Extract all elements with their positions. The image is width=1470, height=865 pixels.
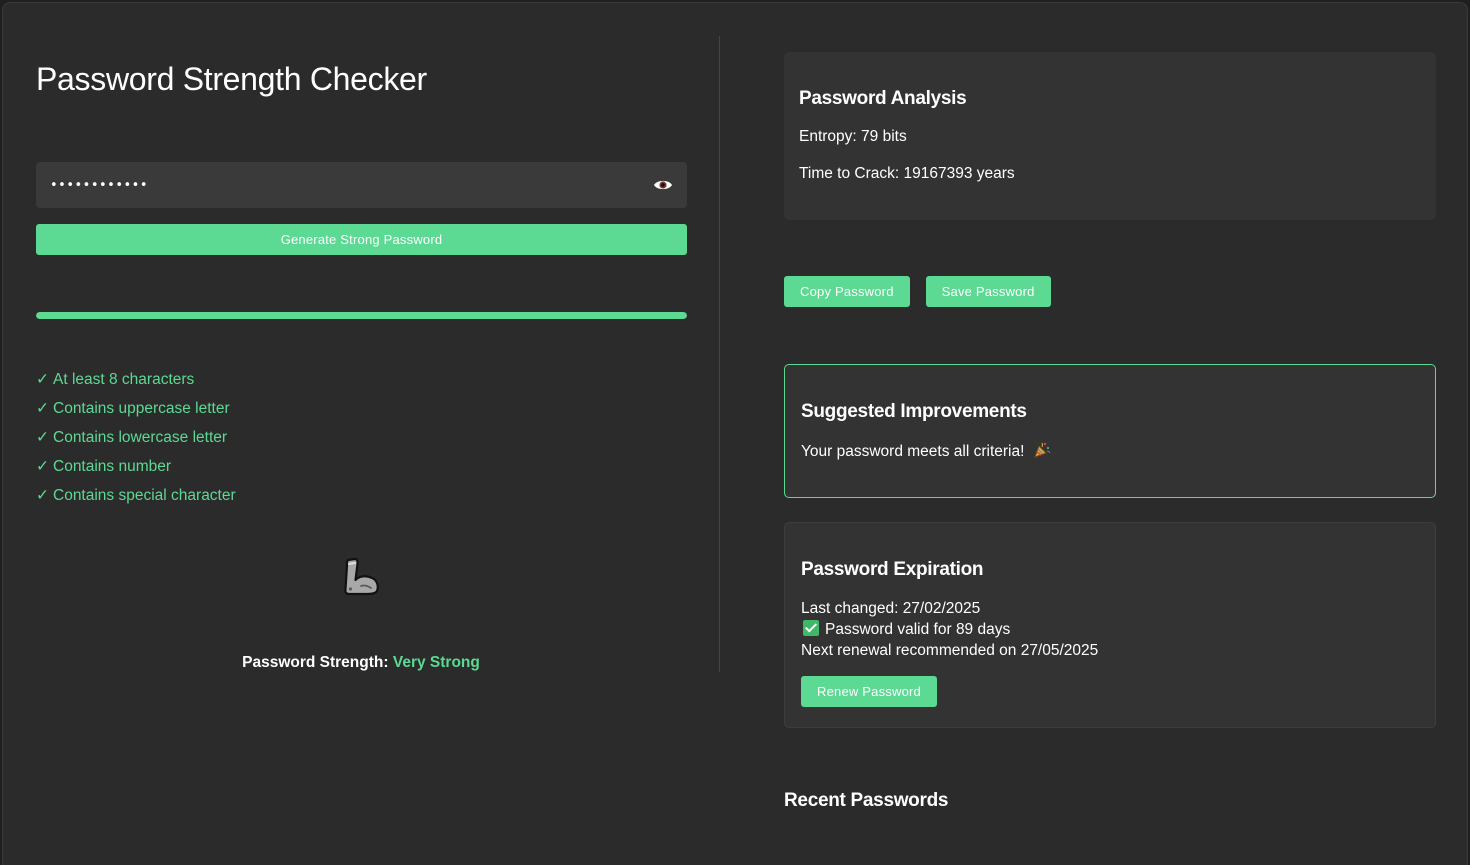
improvements-message: Your password meets all criteria! (801, 441, 1420, 464)
expiration-title: Password Expiration (801, 559, 984, 580)
criteria-item: ✓ At least 8 characters (36, 369, 236, 398)
criteria-label: At least 8 characters (53, 371, 195, 388)
criteria-item: ✓ Contains lowercase letter (36, 427, 236, 456)
strength-value: Very Strong (392, 654, 480, 671)
criteria-list: ✓ At least 8 characters ✓ Contains upperca… (36, 369, 236, 514)
next-renewal-text: Next renewal recommended on 27/05/2025 (801, 642, 1099, 659)
criteria-label: Contains special character (53, 487, 236, 504)
criteria-item: ✓ Contains number (36, 456, 236, 485)
strength-meter-fill (36, 312, 687, 319)
flexed-biceps-icon (340, 556, 384, 598)
improvements-title: Suggested Improvements (801, 401, 1027, 422)
analysis-title: Password Analysis (799, 88, 967, 109)
recent-passwords-title: Recent Passwords (784, 790, 949, 811)
password-input[interactable] (50, 177, 653, 193)
password-analysis-card: Password Analysis Entropy: 79 bits Time … (784, 52, 1436, 220)
improvements-message-text: Your password meets all criteria! (801, 443, 1025, 460)
last-changed-text: Last changed: 27/02/2025 (801, 600, 981, 617)
check-icon: ✓ (36, 429, 49, 446)
app-window: Password Strength Checker Generate Stron… (2, 2, 1468, 865)
strength-label: Password Strength: Very Strong (3, 654, 719, 672)
criteria-item: ✓ Contains uppercase letter (36, 398, 236, 427)
valid-status-text: Password valid for 89 days (825, 621, 1011, 638)
page-title: Password Strength Checker (36, 61, 427, 97)
check-icon: ✓ (36, 458, 49, 475)
strength-label-text: Password Strength: (242, 654, 389, 671)
criteria-label: Contains uppercase letter (53, 400, 230, 417)
check-icon: ✓ (36, 487, 49, 504)
suggested-improvements-card: Suggested Improvements Your password mee… (784, 364, 1436, 498)
party-popper-icon (1033, 441, 1051, 464)
save-password-button[interactable]: Save Password (925, 276, 1051, 307)
generate-password-button[interactable]: Generate Strong Password (36, 224, 687, 255)
column-divider (719, 36, 720, 672)
strength-meter (36, 312, 687, 319)
password-expiration-card: Password Expiration Last changed: 27/02/… (784, 522, 1436, 728)
criteria-label: Contains number (53, 458, 172, 475)
criteria-label: Contains lowercase letter (53, 429, 228, 446)
time-to-crack-text: Time to Crack: 19167393 years (799, 165, 1015, 182)
valid-status: Password valid for 89 days (801, 619, 1420, 640)
password-actions: Copy Password Save Password (784, 276, 1051, 307)
password-field[interactable] (36, 162, 687, 208)
copy-password-button[interactable]: Copy Password (784, 276, 910, 307)
criteria-item: ✓ Contains special character (36, 485, 236, 514)
check-icon: ✓ (36, 371, 49, 388)
entropy-text: Entropy: 79 bits (799, 128, 907, 145)
renew-password-button[interactable]: Renew Password (801, 676, 937, 707)
eye-icon[interactable] (653, 178, 673, 192)
check-icon: ✓ (36, 400, 49, 417)
checkmark-icon (803, 620, 819, 636)
